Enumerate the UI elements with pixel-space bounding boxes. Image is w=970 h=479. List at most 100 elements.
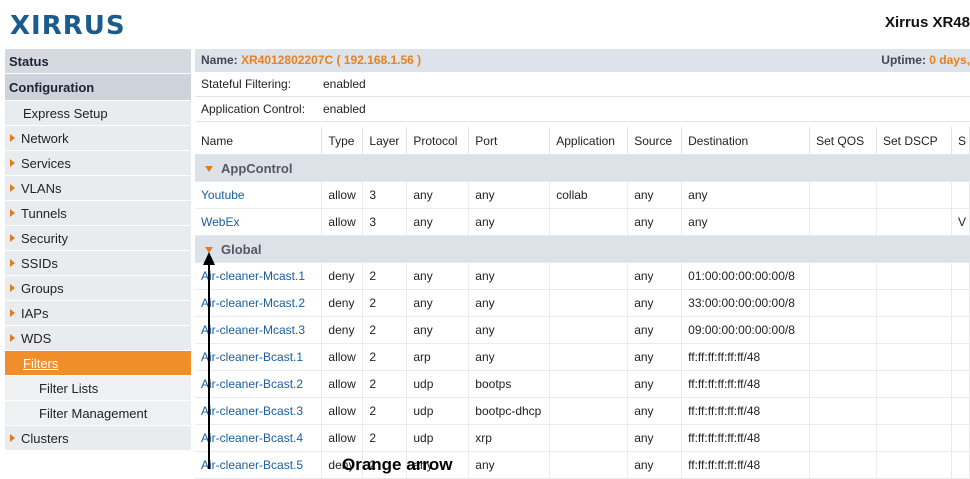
- table-cell: [809, 316, 877, 344]
- column-header[interactable]: Destination: [681, 127, 811, 155]
- filter-name-link[interactable]: Air-cleaner-Bcast.4: [195, 424, 323, 452]
- table-cell: [549, 451, 629, 479]
- group-row[interactable]: AppControl: [195, 154, 970, 182]
- table-cell: [549, 343, 629, 371]
- group-cell: AppControl: [195, 154, 970, 182]
- table-cell: deny: [321, 262, 364, 290]
- sidebar-item-configuration[interactable]: Configuration: [5, 74, 191, 101]
- table-cell: [549, 397, 629, 425]
- sidebar-item-services[interactable]: Services: [5, 151, 191, 176]
- sidebar-item-network[interactable]: Network: [5, 126, 191, 151]
- table-cell: [549, 289, 629, 317]
- table-cell: any: [627, 343, 683, 371]
- group-label: AppControl: [221, 160, 293, 176]
- filter-name-link[interactable]: Air-cleaner-Mcast.2: [195, 289, 323, 317]
- table-cell: any: [468, 316, 551, 344]
- table-row[interactable]: WebEx allow 3 any any any any V: [195, 208, 970, 236]
- table-row[interactable]: Air-cleaner-Mcast.2 deny 2 any any any 33:00:0…: [195, 289, 970, 317]
- table-cell: [809, 424, 877, 452]
- setting-label: Stateful Filtering:: [201, 77, 292, 91]
- table-cell: [951, 181, 970, 209]
- table-cell: any: [627, 370, 683, 398]
- column-header[interactable]: S: [951, 127, 970, 155]
- sidebar-item-express-setup[interactable]: Express Setup: [5, 101, 191, 126]
- sidebar-item-groups[interactable]: Groups: [5, 276, 191, 301]
- table-row[interactable]: Air-cleaner-Bcast.4 allow 2 udp xrp any ff:ff:…: [195, 424, 970, 452]
- table-row[interactable]: Air-cleaner-Mcast.3 deny 2 any any any 09:00:0…: [195, 316, 970, 344]
- table-row[interactable]: Youtube allow 3 any any collab any any: [195, 181, 970, 209]
- table-cell: [951, 397, 970, 425]
- table-cell: any: [627, 451, 683, 479]
- filter-name-link[interactable]: Youtube: [195, 181, 323, 209]
- sidebar-item-iaps[interactable]: IAPs: [5, 301, 191, 326]
- table-cell: [809, 343, 877, 371]
- filter-name-link[interactable]: Air-cleaner-Bcast.1: [195, 343, 323, 371]
- sidebar-item-vlans[interactable]: VLANs: [5, 176, 191, 201]
- sidebar-item-filter-lists[interactable]: Filter Lists: [5, 376, 191, 401]
- table-cell: [549, 208, 629, 236]
- table-cell: allow: [321, 208, 364, 236]
- table-cell: udp: [406, 424, 470, 452]
- table-row[interactable]: Air-cleaner-Bcast.1 allow 2 arp any any ff:ff:…: [195, 343, 970, 371]
- table-cell: any: [627, 262, 683, 290]
- table-cell: 2: [362, 316, 408, 344]
- sidebar-item-tunnels[interactable]: Tunnels: [5, 201, 191, 226]
- application-control-row: Application Control: enabled: [195, 97, 970, 122]
- filter-name-link[interactable]: Air-cleaner-Bcast.5: [195, 451, 323, 479]
- sidebar-item-wds[interactable]: WDS: [5, 326, 191, 351]
- column-header[interactable]: Set DSCP: [876, 127, 952, 155]
- expand-triangle-icon[interactable]: [205, 165, 213, 172]
- table-cell: [549, 262, 629, 290]
- table-cell: [876, 370, 952, 398]
- sidebar-item-ssids[interactable]: SSIDs: [5, 251, 191, 276]
- table-cell: 2: [362, 370, 408, 398]
- group-row[interactable]: Global: [195, 235, 970, 263]
- filter-name-link[interactable]: WebEx: [195, 208, 323, 236]
- table-cell: xrp: [468, 424, 551, 452]
- table-cell: any: [468, 181, 551, 209]
- sidebar-item-clusters[interactable]: Clusters: [5, 426, 191, 451]
- group-cell: Global: [195, 235, 970, 263]
- table-cell: any: [406, 208, 470, 236]
- annotation-label: Orange arrow: [342, 455, 453, 474]
- column-header[interactable]: Type: [321, 127, 364, 155]
- sidebar-item-security[interactable]: Security: [5, 226, 191, 251]
- table-row[interactable]: Air-cleaner-Mcast.1 deny 2 any any any 01:00:0…: [195, 262, 970, 290]
- table-cell: [876, 262, 952, 290]
- column-header[interactable]: Protocol: [406, 127, 470, 155]
- column-header[interactable]: Name: [195, 127, 323, 155]
- table-cell: udp: [406, 370, 470, 398]
- sidebar-item-filter-management[interactable]: Filter Management: [5, 401, 191, 426]
- table-row[interactable]: Air-cleaner-Bcast.2 allow 2 udp bootps any ff:…: [195, 370, 970, 398]
- table-cell: any: [681, 208, 811, 236]
- annotation-arrow-line: [208, 262, 210, 469]
- table-cell: 01:00:00:00:00:00/8: [681, 262, 811, 290]
- column-header[interactable]: Set QOS: [809, 127, 877, 155]
- sidebar-item-filters[interactable]: Filters: [5, 351, 191, 376]
- table-cell: udp: [406, 397, 470, 425]
- table-cell: [951, 289, 970, 317]
- table-cell: [876, 316, 952, 344]
- name-label: Name:: [201, 53, 238, 67]
- sidebar: Status Configuration Express Setup Networ…: [5, 49, 191, 451]
- table-row[interactable]: Air-cleaner-Bcast.3 allow 2 udp bootpc-dhcp a…: [195, 397, 970, 425]
- column-header[interactable]: Application: [549, 127, 629, 155]
- table-cell: ff:ff:ff:ff:ff:ff/48: [681, 397, 811, 425]
- main-panel: Name: XR4012802207C ( 192.168.1.56 ) Upt…: [195, 49, 970, 479]
- filter-name-link[interactable]: Air-cleaner-Bcast.2: [195, 370, 323, 398]
- table-cell: any: [406, 181, 470, 209]
- table-row[interactable]: Air-cleaner-Bcast.5 deny 2 any any any ff:ff:f…: [195, 451, 970, 479]
- column-header[interactable]: Source: [627, 127, 683, 155]
- table-cell: [549, 316, 629, 344]
- sidebar-item-status[interactable]: Status: [5, 49, 191, 74]
- device-info-bar: Name: XR4012802207C ( 192.168.1.56 ) Upt…: [195, 49, 970, 72]
- uptime-value: 0 days,: [929, 53, 970, 67]
- column-header[interactable]: Port: [468, 127, 551, 155]
- table-cell: [951, 424, 970, 452]
- table-cell: any: [406, 262, 470, 290]
- filter-name-link[interactable]: Air-cleaner-Mcast.3: [195, 316, 323, 344]
- filter-name-link[interactable]: Air-cleaner-Mcast.1: [195, 262, 323, 290]
- column-header[interactable]: Layer: [362, 127, 408, 155]
- filter-name-link[interactable]: Air-cleaner-Bcast.3: [195, 397, 323, 425]
- table-cell: [809, 289, 877, 317]
